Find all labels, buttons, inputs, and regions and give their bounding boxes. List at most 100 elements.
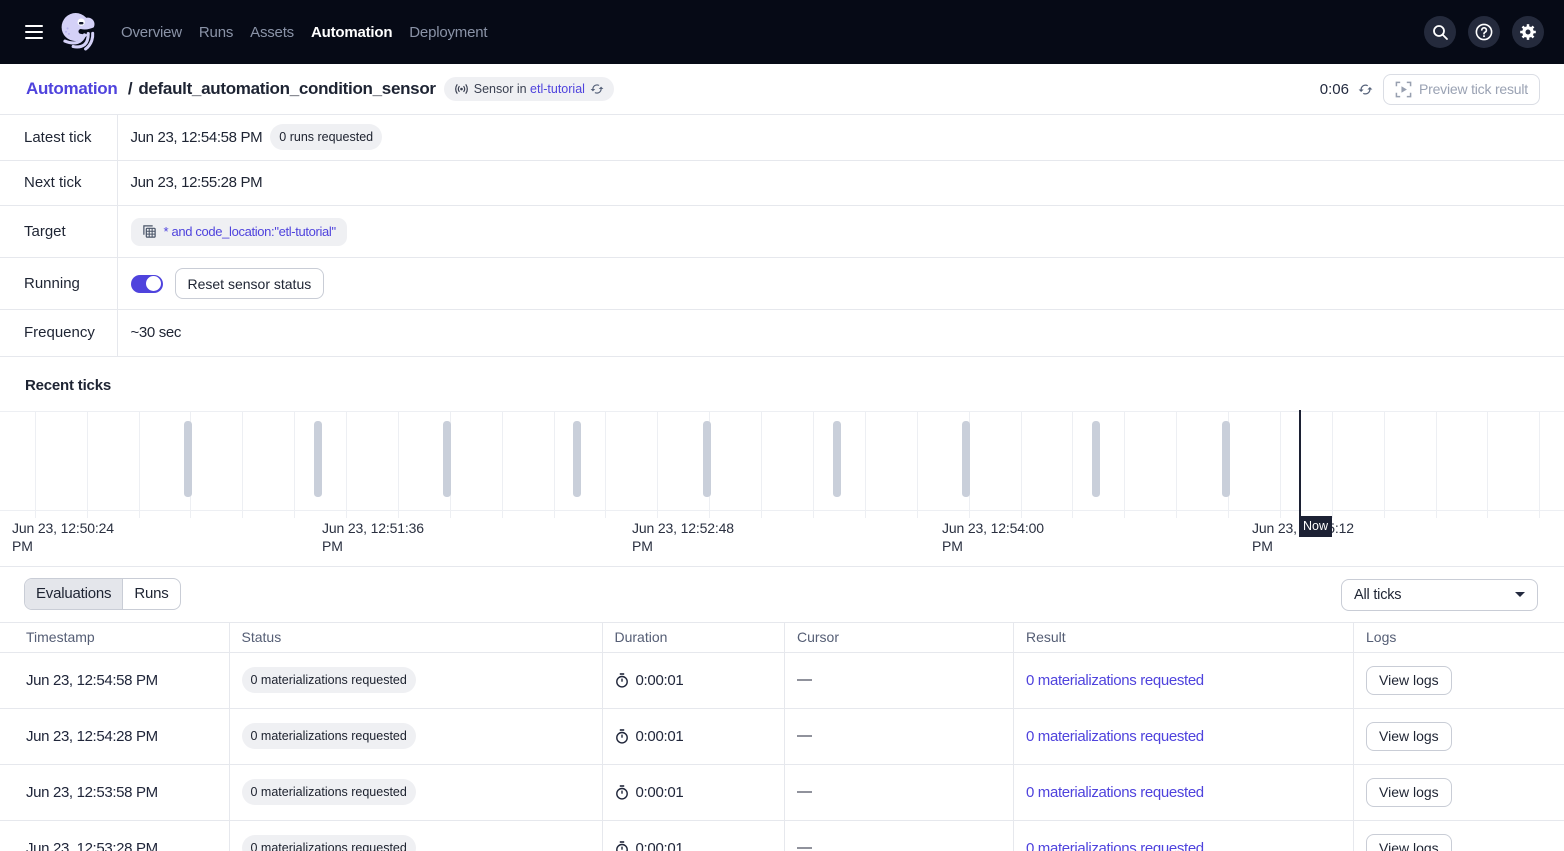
settings-button[interactable] [1512,16,1544,48]
dagster-logo[interactable] [60,14,96,50]
view-logs-button[interactable]: View logs [1366,834,1452,851]
search-button[interactable] [1424,16,1456,48]
asset-selection-text: * and code_location:"etl-tutorial" [164,224,336,239]
tick-bar[interactable] [573,421,581,497]
cell-logs: View logs [1354,821,1564,851]
view-logs-button[interactable]: View logs [1366,778,1452,807]
grid-line [605,411,606,518]
cell-duration: 0:00:01 [603,709,786,764]
latest-tick-label: Latest tick [0,115,118,160]
tick-bar[interactable] [1222,421,1230,497]
help-button[interactable] [1468,16,1500,48]
refresh-icon[interactable] [1358,82,1373,97]
view-logs-button[interactable]: View logs [1366,666,1452,695]
stopwatch-icon [615,673,629,688]
tick-bar[interactable] [703,421,711,497]
table-row: Jun 23, 12:54:28 PM 0 materializations r… [0,709,1564,765]
cell-cursor: — [785,765,1014,820]
breadcrumb-automation-link[interactable]: Automation [26,79,117,98]
tab-runs[interactable]: Runs [123,579,179,609]
result-link[interactable]: 0 materializations requested [1026,672,1204,689]
menu-bar [25,31,43,34]
search-icon [1431,23,1450,42]
nav-item-overview[interactable]: Overview [121,24,182,41]
tick-bar[interactable] [443,421,451,497]
grid-line [813,411,814,518]
grid-line [1539,411,1540,518]
cell-timestamp: Jun 23, 12:54:28 PM [0,709,230,764]
grid-line [917,411,918,518]
stopwatch-icon [615,841,629,851]
result-link[interactable]: 0 materializations requested [1026,840,1204,851]
tab-evaluations[interactable]: Evaluations [25,579,123,609]
cell-timestamp: Jun 23, 12:54:58 PM [0,653,230,708]
grid-line [139,411,140,518]
running-row: Running Reset sensor status [0,258,1564,310]
nav-item-runs[interactable]: Runs [199,24,233,41]
row-value: Jun 23, 12:54:58 PM 0 runs requested [118,115,395,160]
reload-location-icon[interactable] [590,82,604,96]
reset-sensor-status-button[interactable]: Reset sensor status [175,268,325,299]
table-row: Jun 23, 12:53:28 PM 0 materializations r… [0,821,1564,851]
grid-line [502,411,503,518]
cell-status: 0 materializations requested [230,821,603,851]
tick-timeline[interactable]: Jun 23, 12:50:24PMJun 23, 12:51:36PMJun … [0,411,1564,566]
cell-result: 0 materializations requested [1014,765,1354,820]
cell-result: 0 materializations requested [1014,821,1354,851]
table-header: Timestamp Status Duration Cursor Result … [0,623,1564,653]
next-tick-label: Next tick [0,161,118,206]
grid-line [398,411,399,518]
view-logs-button[interactable]: View logs [1366,722,1452,751]
grid-line [1332,411,1333,518]
tick-bar[interactable] [314,421,322,497]
status-pill: 0 materializations requested [242,667,416,693]
grid-line [1021,411,1022,518]
runs-requested-pill: 0 runs requested [270,124,382,150]
column-header-timestamp: Timestamp [0,623,230,652]
nav-item-assets[interactable]: Assets [250,24,294,41]
preview-tick-result-button[interactable]: Preview tick result [1383,74,1540,105]
code-location-link[interactable]: etl-tutorial [530,82,585,96]
result-link[interactable]: 0 materializations requested [1026,728,1204,745]
page-title: default_automation_condition_sensor [138,79,435,98]
stopwatch-icon [615,729,629,744]
tick-tabs: Evaluations Runs [24,578,181,610]
time-label-line1: Jun 23, 12:51:36 [322,519,482,537]
cell-timestamp: Jun 23, 12:53:58 PM [0,765,230,820]
time-label-line1: Jun 23, 12:50:24 [12,519,172,537]
timeline-axis-line [0,510,1564,511]
asset-selection-tag[interactable]: * and code_location:"etl-tutorial" [131,218,347,246]
tick-filter-select[interactable]: All ticks [1341,579,1538,611]
column-header-duration: Duration [603,623,786,652]
nav-item-deployment[interactable]: Deployment [409,24,487,41]
grid-line [35,411,36,518]
latest-tick-row: Latest tick Jun 23, 12:54:58 PM 0 runs r… [0,115,1564,161]
running-toggle[interactable] [131,275,163,293]
time-label-line2: PM [322,537,482,555]
time-label-line2: PM [1252,537,1412,555]
time-label-line2: PM [12,537,172,555]
cell-logs: View logs [1354,709,1564,764]
grid-line [657,411,658,518]
tick-bar[interactable] [833,421,841,497]
tick-bar[interactable] [962,421,970,497]
cell-logs: View logs [1354,653,1564,708]
menu-bar [25,25,43,28]
status-pill: 0 materializations requested [242,779,416,805]
toggle-knob [146,276,161,291]
latest-tick-value: Jun 23, 12:54:58 PM [131,129,263,146]
row-value: ~30 sec [118,310,194,356]
tick-bar[interactable] [1092,421,1100,497]
grid-line [1072,411,1073,518]
cell-cursor: — [785,821,1014,851]
result-link[interactable]: 0 materializations requested [1026,784,1204,801]
next-tick-value: Jun 23, 12:55:28 PM [131,174,263,191]
grid-line [761,411,762,518]
cell-duration: 0:00:01 [603,765,786,820]
tick-bar[interactable] [184,421,192,497]
time-axis-label: Jun 23, 12:50:24PM [12,519,172,555]
grid-line [1384,411,1385,518]
sensor-details: Latest tick Jun 23, 12:54:58 PM 0 runs r… [0,115,1564,357]
nav-item-automation[interactable]: Automation [311,24,392,41]
menu-icon[interactable] [25,25,43,40]
